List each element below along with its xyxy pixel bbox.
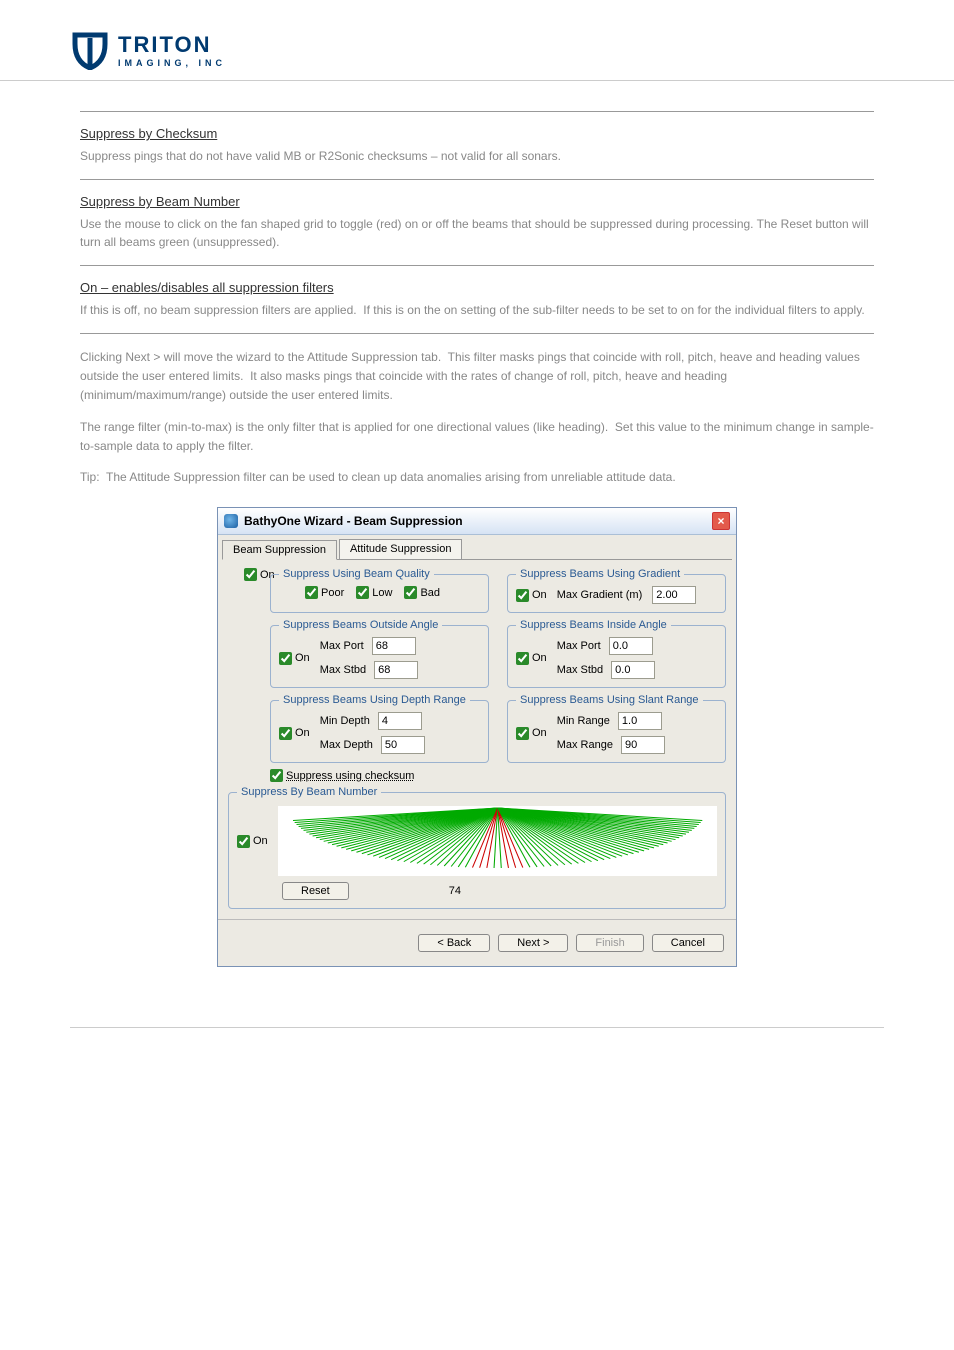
group-depth-range: Suppress Beams Using Depth Range On Min … bbox=[270, 694, 489, 763]
next-button[interactable]: Next > bbox=[498, 934, 568, 952]
doc-content: Suppress by Checksum Suppress pings that… bbox=[0, 111, 954, 967]
close-button[interactable]: × bbox=[712, 512, 730, 530]
group-slant-range: Suppress Beams Using Slant Range On Min … bbox=[507, 694, 726, 763]
logo-shield-icon bbox=[70, 30, 110, 70]
group-legend: Suppress Beams Using Depth Range bbox=[279, 694, 470, 706]
back-button[interactable]: < Back bbox=[418, 934, 490, 952]
gradient-input[interactable] bbox=[652, 586, 696, 604]
inside-on[interactable]: On bbox=[516, 652, 547, 665]
quality-bad[interactable]: Bad bbox=[404, 586, 440, 599]
group-legend: Suppress Using Beam Quality bbox=[279, 568, 434, 580]
dialog-title: BathyOne Wizard - Beam Suppression bbox=[244, 514, 463, 528]
beam-count: 74 bbox=[449, 885, 461, 897]
beamnum-on[interactable]: On bbox=[237, 835, 268, 848]
divider bbox=[80, 179, 874, 180]
group-legend: Suppress Beams Outside Angle bbox=[279, 619, 442, 631]
divider bbox=[80, 333, 874, 334]
finish-button[interactable]: Finish bbox=[576, 934, 643, 952]
divider bbox=[80, 111, 874, 112]
group-legend: Suppress Beams Using Slant Range bbox=[516, 694, 703, 706]
quality-low[interactable]: Low bbox=[356, 586, 392, 599]
section-body: If this is off, no beam suppression filt… bbox=[80, 301, 874, 319]
app-icon bbox=[224, 514, 238, 528]
wizard-nav: < Back Next > Finish Cancel bbox=[218, 919, 736, 966]
paragraph: Clicking Next > will move the wizard to … bbox=[80, 348, 874, 406]
slant-min-input[interactable] bbox=[618, 712, 662, 730]
group-legend: Suppress By Beam Number bbox=[237, 786, 381, 798]
outside-stbd-input[interactable] bbox=[374, 661, 418, 679]
group-beam-number: Suppress By Beam Number On Reset 74 bbox=[228, 786, 726, 909]
tab-attitude-suppression[interactable]: Attitude Suppression bbox=[339, 539, 463, 559]
tab-beam-suppression[interactable]: Beam Suppression bbox=[222, 540, 337, 560]
cancel-button[interactable]: Cancel bbox=[652, 934, 724, 952]
tab-row: Beam Suppression Attitude Suppression bbox=[218, 535, 736, 559]
inside-stbd-input[interactable] bbox=[611, 661, 655, 679]
section-title: Suppress by Beam Number bbox=[80, 194, 874, 209]
section-body: Suppress pings that do not have valid MB… bbox=[80, 147, 874, 165]
page: TRITON IMAGING, INC Suppress by Checksum… bbox=[0, 20, 954, 1028]
gradient-on[interactable]: On bbox=[516, 589, 547, 602]
section-title: On – enables/disables all suppression fi… bbox=[80, 280, 874, 295]
paragraph: The range filter (min-to-max) is the onl… bbox=[80, 418, 874, 456]
group-legend: Suppress Beams Inside Angle bbox=[516, 619, 671, 631]
logo-subtext: IMAGING, INC bbox=[118, 58, 226, 68]
beam-fan-visualization[interactable] bbox=[278, 806, 717, 876]
gradient-label: Max Gradient (m) bbox=[557, 589, 643, 601]
tab-panel: On Suppress Using Beam Quality Poor Low … bbox=[222, 559, 732, 913]
inside-port-input[interactable] bbox=[609, 637, 653, 655]
slant-on[interactable]: On bbox=[516, 727, 547, 740]
master-on-input[interactable] bbox=[244, 568, 257, 581]
footer-divider bbox=[70, 1027, 884, 1028]
section-body: Use the mouse to click on the fan shaped… bbox=[80, 215, 874, 251]
group-gradient: Suppress Beams Using Gradient On Max Gra… bbox=[507, 568, 726, 613]
reset-button[interactable]: Reset bbox=[282, 882, 349, 900]
paragraph: Tip: The Attitude Suppression filter can… bbox=[80, 468, 874, 487]
checksum-checkbox[interactable]: Suppress using checksum bbox=[270, 769, 414, 782]
wizard-dialog: BathyOne Wizard - Beam Suppression × Bea… bbox=[217, 507, 737, 967]
group-legend: Suppress Beams Using Gradient bbox=[516, 568, 684, 580]
logo-row: TRITON IMAGING, INC bbox=[0, 20, 954, 81]
close-icon: × bbox=[717, 514, 724, 528]
outside-on[interactable]: On bbox=[279, 652, 310, 665]
group-quality: Suppress Using Beam Quality Poor Low Bad bbox=[270, 568, 489, 613]
quality-poor[interactable]: Poor bbox=[305, 586, 344, 599]
checksum-label: Suppress using checksum bbox=[286, 770, 414, 782]
divider bbox=[80, 265, 874, 266]
depth-on[interactable]: On bbox=[279, 727, 310, 740]
section-title: Suppress by Checksum bbox=[80, 126, 874, 141]
slant-max-input[interactable] bbox=[621, 736, 665, 754]
group-outside-angle: Suppress Beams Outside Angle On Max Port… bbox=[270, 619, 489, 688]
depth-min-input[interactable] bbox=[378, 712, 422, 730]
depth-max-input[interactable] bbox=[381, 736, 425, 754]
outside-port-input[interactable] bbox=[372, 637, 416, 655]
logo-name: TRITON bbox=[118, 32, 226, 58]
group-inside-angle: Suppress Beams Inside Angle On Max Port … bbox=[507, 619, 726, 688]
titlebar: BathyOne Wizard - Beam Suppression × bbox=[218, 508, 736, 535]
